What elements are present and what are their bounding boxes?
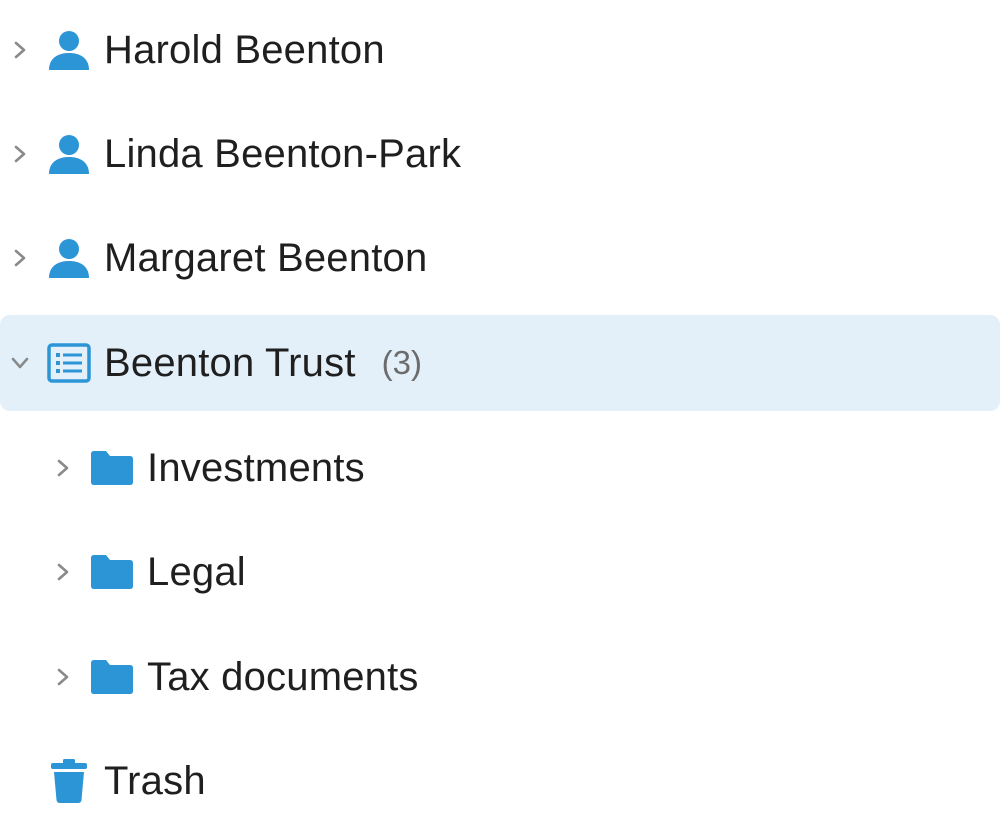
chevron-right-icon[interactable] bbox=[9, 39, 31, 61]
person-icon bbox=[46, 131, 92, 177]
chevron-right-icon[interactable] bbox=[52, 666, 74, 688]
tree-item-label: Tax documents bbox=[147, 655, 419, 699]
folder-tree: Harold Beenton Linda Beenton-Park Margar… bbox=[0, 0, 1000, 831]
chevron-right-icon[interactable] bbox=[9, 247, 31, 269]
tree-item-margaret-beenton[interactable]: Margaret Beenton bbox=[0, 210, 1000, 306]
chevron-right-icon[interactable] bbox=[9, 143, 31, 165]
tree-item-tax-documents[interactable]: Tax documents bbox=[0, 629, 1000, 725]
person-icon bbox=[46, 235, 92, 281]
tree-item-label: Legal bbox=[147, 550, 246, 594]
tree-item-investments[interactable]: Investments bbox=[0, 420, 1000, 516]
trash-icon bbox=[46, 758, 92, 804]
tree-item-label: Beenton Trust bbox=[104, 341, 356, 385]
list-icon bbox=[46, 340, 92, 386]
chevron-down-icon[interactable] bbox=[9, 352, 31, 374]
folder-icon bbox=[89, 445, 135, 491]
chevron-right-icon[interactable] bbox=[52, 457, 74, 479]
tree-item-beenton-trust[interactable]: Beenton Trust (3) bbox=[0, 315, 1000, 411]
tree-item-legal[interactable]: Legal bbox=[0, 524, 1000, 620]
tree-item-label: Trash bbox=[104, 759, 206, 803]
item-count-badge: (3) bbox=[381, 344, 422, 381]
person-icon bbox=[46, 27, 92, 73]
tree-item-label: Harold Beenton bbox=[104, 28, 385, 72]
tree-item-trash[interactable]: Trash bbox=[0, 733, 1000, 829]
tree-item-harold-beenton[interactable]: Harold Beenton bbox=[0, 2, 1000, 98]
folder-icon bbox=[89, 549, 135, 595]
tree-item-label: Linda Beenton-Park bbox=[104, 132, 462, 176]
tree-item-label: Margaret Beenton bbox=[104, 236, 428, 280]
folder-icon bbox=[89, 654, 135, 700]
chevron-right-icon[interactable] bbox=[52, 561, 74, 583]
tree-item-label: Investments bbox=[147, 446, 365, 490]
tree-item-linda-beenton-park[interactable]: Linda Beenton-Park bbox=[0, 106, 1000, 202]
